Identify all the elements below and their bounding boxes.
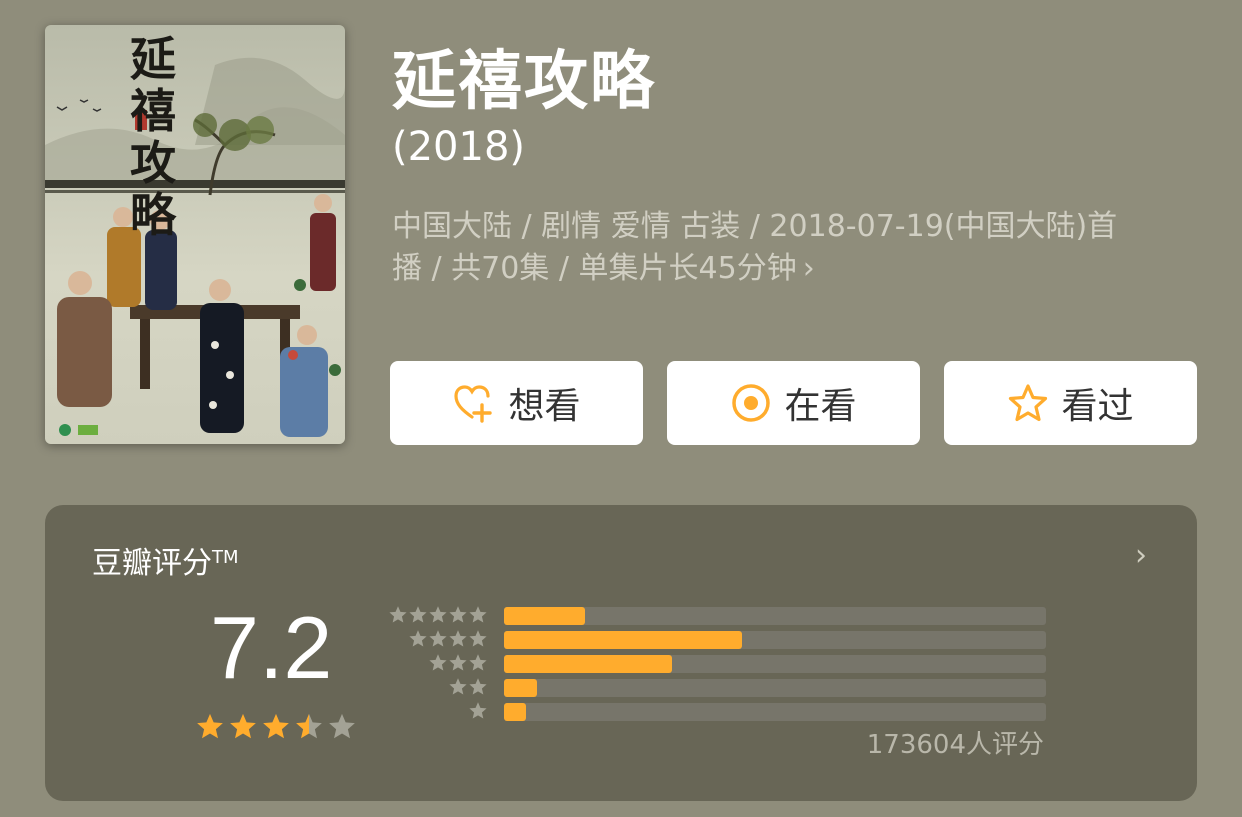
heart-plus-icon: [454, 385, 493, 423]
distribution-star-icon: [469, 702, 487, 719]
meta-line-1: 中国大陆 / 剧情 爱情 古装 / 2018-07-19(中国大陆)首: [392, 209, 1118, 244]
distribution-stars-icon: [429, 654, 487, 671]
distribution-bar-track: [504, 655, 1046, 673]
watched-button[interactable]: 看过: [944, 361, 1197, 445]
chevron-right-icon[interactable]: ›: [1135, 538, 1147, 573]
distribution-star-icon: [429, 606, 447, 623]
distribution-row: [45, 654, 1145, 675]
rating-title-text: 豆瓣评分: [92, 546, 212, 581]
distribution-bar-track: [504, 607, 1046, 625]
distribution-star-icon: [469, 678, 487, 695]
meta-line-2-wrapper: 播 / 共70集 / 单集片长45分钟 ›: [392, 248, 1192, 290]
distribution-bar-track: [504, 703, 1046, 721]
meta-line-2: 播 / 共70集 / 单集片长45分钟: [392, 251, 797, 286]
distribution-star-icon: [469, 630, 487, 647]
distribution-stars-icon: [449, 678, 487, 695]
trademark-mark: TM: [212, 547, 239, 568]
distribution-star-icon: [449, 606, 467, 623]
want-to-watch-label: 想看: [508, 386, 581, 427]
movie-title: 延禧攻略: [392, 45, 656, 119]
distribution-star-icon: [429, 630, 447, 647]
raters-count: 173604人评分: [866, 730, 1044, 760]
distribution-row: [45, 678, 1145, 699]
watching-label: 在看: [784, 386, 857, 427]
poster-image[interactable]: 延禧攻略: [45, 25, 345, 444]
distribution-star-icon: [469, 654, 487, 671]
distribution-bar-track: [504, 631, 1046, 649]
distribution-row: [45, 702, 1145, 723]
distribution-stars-icon: [409, 630, 487, 647]
distribution-star-icon: [409, 630, 427, 647]
circle-dot-icon: [732, 384, 771, 422]
distribution-star-icon: [429, 654, 447, 671]
want-to-watch-button[interactable]: 想看: [390, 361, 643, 445]
distribution-row: [45, 630, 1145, 651]
rating-panel[interactable]: 豆瓣评分TM › 7.2 173604人评分: [45, 505, 1197, 801]
distribution-row: [45, 606, 1145, 627]
distribution-bar-fill: [504, 703, 526, 721]
rating-panel-title: 豆瓣评分TM: [92, 538, 239, 582]
distribution-star-icon: [449, 678, 467, 695]
distribution-stars-icon: [389, 606, 487, 623]
distribution-star-icon: [469, 606, 487, 623]
distribution-bar-track: [504, 679, 1046, 697]
distribution-star-icon: [409, 606, 427, 623]
distribution-star-icon: [449, 630, 467, 647]
distribution-star-icon: [449, 654, 467, 671]
poster-artwork: [45, 57, 345, 437]
movie-year: (2018): [392, 124, 526, 170]
distribution-bar-fill: [504, 607, 585, 625]
poster-calligraphy: 延禧攻略: [130, 32, 176, 242]
star-outline-icon: [1009, 384, 1048, 422]
distribution-bar-fill: [504, 655, 672, 673]
watching-button[interactable]: 在看: [667, 361, 920, 445]
distribution-stars-icon: [469, 702, 487, 719]
distribution-bar-fill: [504, 631, 742, 649]
watched-label: 看过: [1061, 386, 1134, 427]
chevron-right-icon: ›: [802, 251, 815, 286]
distribution-star-icon: [389, 606, 407, 623]
distribution-bar-fill: [504, 679, 537, 697]
movie-meta[interactable]: 中国大陆 / 剧情 爱情 古装 / 2018-07-19(中国大陆)首 播 / …: [392, 206, 1192, 290]
